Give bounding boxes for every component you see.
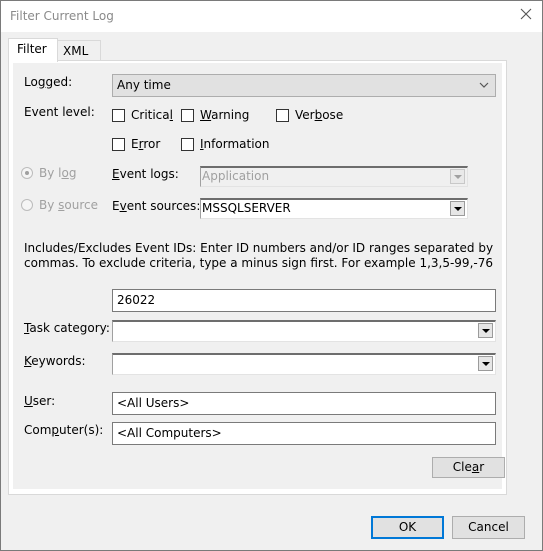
error-checkbox[interactable] (112, 138, 125, 151)
event-logs-combo[interactable]: Application (200, 166, 468, 187)
by-source-label[interactable]: By source (39, 198, 98, 212)
by-log-label[interactable]: By log (39, 166, 76, 180)
computers-label: Computer(s): (24, 423, 104, 437)
dropdown-arrow-icon (482, 329, 490, 333)
ok-button-label: OK (398, 520, 417, 534)
tab-xml-label: XML (63, 44, 89, 58)
computers-value: <All Computers> (117, 426, 222, 440)
by-source-radio[interactable] (21, 199, 33, 211)
logged-label: Logged: (24, 75, 73, 89)
verbose-checkbox[interactable] (276, 109, 289, 122)
user-label: User: (24, 394, 56, 408)
task-category-combo[interactable] (112, 320, 496, 342)
chevron-down-icon (479, 82, 489, 88)
task-category-label: Task category: (24, 321, 110, 335)
event-sources-value: MSSQLSERVER (202, 201, 291, 215)
computers-input[interactable]: <All Computers> (112, 422, 496, 445)
logged-value: Any time (117, 78, 171, 92)
dropdown-arrow-icon (482, 362, 490, 366)
tab-filter-label: Filter (17, 42, 47, 56)
event-logs-label: Event logs: (112, 167, 179, 181)
logged-select[interactable]: Any time (112, 74, 496, 97)
warning-checkbox[interactable] (181, 109, 194, 122)
keywords-combo[interactable] (112, 353, 496, 375)
error-label[interactable]: Error (131, 137, 160, 151)
close-button[interactable] (519, 7, 533, 21)
event-ids-value: 26022 (117, 293, 156, 307)
keywords-label: Keywords: (24, 354, 86, 368)
tab-xml[interactable]: XML (57, 40, 101, 61)
event-sources-label: Event sources: (112, 199, 201, 213)
filter-current-log-dialog: Filter Current Log Filter XML Logged: An… (0, 0, 543, 551)
user-value: <All Users> (117, 396, 190, 410)
event-logs-dropdown-button[interactable] (450, 169, 465, 184)
event-level-label: Event level: (24, 105, 95, 119)
task-category-dropdown-button[interactable] (478, 323, 493, 338)
event-ids-input[interactable]: 26022 (112, 289, 496, 312)
title-bar: Filter Current Log (1, 1, 542, 32)
close-icon (520, 8, 532, 20)
cancel-button[interactable]: Cancel (452, 516, 525, 539)
critical-label[interactable]: Critical (131, 108, 173, 122)
radio-selected-dot (25, 171, 29, 175)
event-logs-value: Application (202, 169, 270, 183)
critical-checkbox[interactable] (112, 109, 125, 122)
dropdown-arrow-icon (454, 207, 462, 211)
keywords-dropdown-button[interactable] (478, 356, 493, 371)
warning-label[interactable]: Warning (200, 108, 249, 122)
information-label[interactable]: Information (200, 137, 269, 151)
window-title: Filter Current Log (10, 9, 114, 23)
dropdown-arrow-icon (454, 175, 462, 179)
ok-button[interactable]: OK (371, 516, 444, 539)
user-input[interactable]: <All Users> (112, 392, 496, 415)
clear-button[interactable]: Clear (432, 457, 505, 478)
tab-filter[interactable]: Filter (8, 38, 58, 62)
cancel-button-label: Cancel (468, 520, 509, 534)
event-sources-combo[interactable]: MSSQLSERVER (200, 198, 468, 219)
event-sources-dropdown-button[interactable] (450, 201, 465, 216)
by-log-radio[interactable] (21, 167, 33, 179)
clear-button-label: Clear (452, 460, 485, 474)
information-checkbox[interactable] (181, 138, 194, 151)
verbose-label[interactable]: Verbose (295, 108, 343, 122)
event-ids-description: Includes/Excludes Event IDs: Enter ID nu… (24, 241, 494, 270)
